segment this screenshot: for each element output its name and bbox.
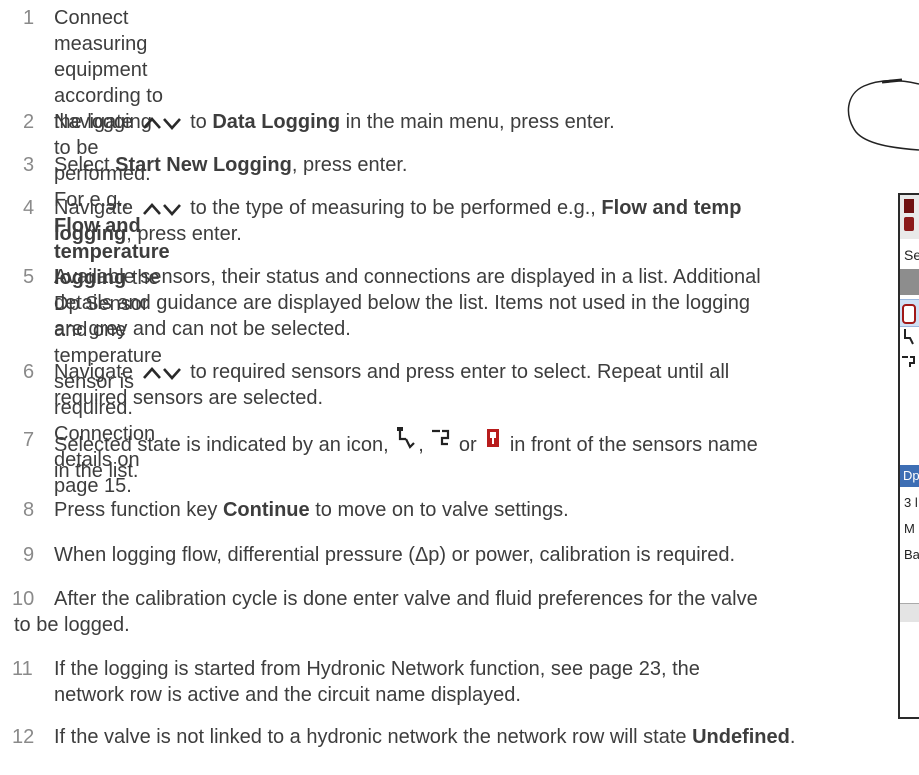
step-text: Available sensors, their status and conn… <box>54 266 761 288</box>
step-text: . <box>789 726 796 748</box>
step-text: to be logged. <box>14 614 130 636</box>
step-text: Press function key <box>54 499 218 521</box>
details-line: M <box>904 521 915 536</box>
step-text: to required sensors and press enter to s… <box>190 361 730 383</box>
step-text: , press enter. <box>291 154 408 176</box>
step-number: 5 <box>23 266 35 288</box>
screen-details-header: Dp <box>900 465 919 487</box>
step-bold-text: Flow and temp <box>601 197 742 219</box>
step-number: 3 <box>23 154 35 176</box>
screen-row[interactable] <box>900 351 919 375</box>
details-line: 3 l <box>904 495 918 510</box>
step-text: to the type of measuring to be performed… <box>190 197 596 219</box>
step-number: 10 <box>12 588 35 610</box>
sensor-cable-illustration <box>847 78 919 151</box>
step-text: Navigate <box>54 111 133 133</box>
step-number: 12 <box>12 726 35 748</box>
step-text: in front of the sensors name <box>509 434 758 456</box>
device-screen: Se Dp 3 l M Ba <box>898 193 919 719</box>
step-number: 6 <box>23 361 35 383</box>
step-text: , press enter. <box>126 223 242 245</box>
step-text: If the logging is started from Hydronic … <box>54 658 700 680</box>
step-text: Navigate <box>54 361 133 383</box>
details-line: Ba <box>904 547 919 562</box>
step-text: are grey and can not be selected. <box>54 318 351 340</box>
step-bold-text: Undefined <box>692 726 790 748</box>
temperature-sensor-icon <box>902 356 915 367</box>
up-down-arrows-icon <box>142 116 181 130</box>
step-text: to move on to valve settings. <box>315 499 569 521</box>
details-title: Dp <box>903 468 919 483</box>
screen-row[interactable] <box>900 327 919 351</box>
temperature-sensor-icon <box>432 429 450 446</box>
step-number: 7 <box>23 429 35 451</box>
step-bold-text: Data Logging <box>212 111 341 133</box>
up-down-arrows-icon <box>142 202 181 216</box>
dp-sensor-icon <box>904 329 914 345</box>
step-bold-text: Continue <box>222 499 310 521</box>
instrument-icon <box>904 217 914 231</box>
step-number: 11 <box>12 658 33 680</box>
step-text: in the main menu, press enter. <box>345 111 615 133</box>
step-text: If the valve is not linked to a hydronic… <box>54 726 687 748</box>
step-text: , <box>418 434 424 456</box>
step-text: to <box>190 111 207 133</box>
step-text: or <box>458 434 477 456</box>
step-number: 4 <box>23 197 35 219</box>
screen-title: Se <box>904 247 919 263</box>
step-number: 1 <box>23 7 35 29</box>
screen-selected-row[interactable] <box>900 299 919 327</box>
screen-header <box>900 195 919 239</box>
step-text: When logging flow, differential pressure… <box>54 544 736 566</box>
step-text: details and guidance are displayed below… <box>54 292 751 314</box>
step-number: 8 <box>23 499 35 521</box>
step-text: in the list. <box>54 460 139 482</box>
step-bold-text: Start New Logging <box>115 154 292 176</box>
step-text: required sensors are selected. <box>54 387 324 409</box>
step-number: 2 <box>23 111 35 133</box>
step-number: 9 <box>23 544 35 566</box>
step-bold-text: logging <box>54 223 127 245</box>
screen-function-keys <box>900 603 919 622</box>
brand-logo-icon <box>904 199 914 213</box>
instrument-icon <box>902 304 916 324</box>
step-text: Navigate <box>54 197 133 219</box>
step-text: network row is active and the circuit na… <box>54 684 521 706</box>
dp-sensor-icon <box>397 427 415 449</box>
instrument-icon <box>487 429 500 447</box>
step-text: After the calibration cycle is done ente… <box>54 588 758 610</box>
step-text: Selected state is indicated by an icon, <box>54 434 389 456</box>
up-down-arrows-icon <box>142 366 181 380</box>
step-text: Select <box>54 154 110 176</box>
screen-column-header <box>900 269 919 295</box>
